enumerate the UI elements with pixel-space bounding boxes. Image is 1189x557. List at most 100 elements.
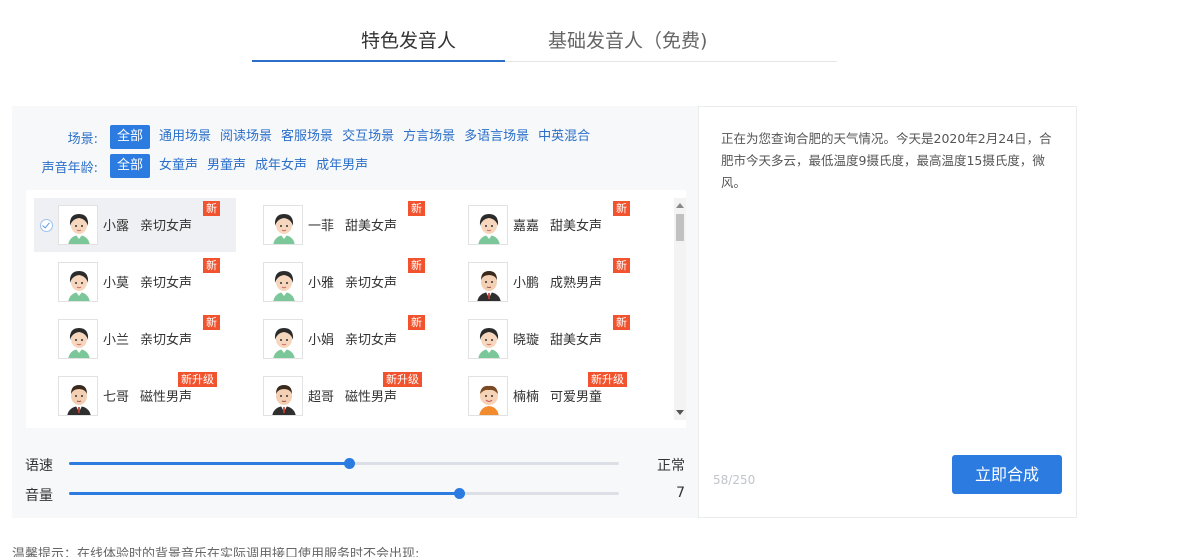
speed-slider[interactable] <box>69 458 619 469</box>
voice-card[interactable]: 嘉嘉 甜美女声新 <box>444 198 646 252</box>
voice-card[interactable]: 一菲 甜美女声新 <box>239 198 441 252</box>
voice-age-option[interactable]: 成年女声 <box>251 154 311 178</box>
male-avatar-icon <box>58 376 98 416</box>
speed-value: 正常 <box>657 458 685 474</box>
voice-style: 成熟男声 <box>550 276 603 291</box>
voice-age-option[interactable]: 女童声 <box>155 154 202 178</box>
voice-card[interactable]: 小兰 亲切女声新 <box>34 312 236 366</box>
scroll-down-arrow-icon[interactable] <box>676 410 684 415</box>
voice-card[interactable]: 小莫 亲切女声新 <box>34 255 236 309</box>
voice-style: 甜美女声 <box>550 219 603 234</box>
char-count: 58/250 <box>713 473 756 487</box>
voice-name: 嘉嘉 <box>513 219 540 234</box>
scene-option[interactable]: 全部 <box>110 125 151 149</box>
voice-card[interactable]: 晓璇 甜美女声新 <box>444 312 646 366</box>
female-avatar-icon <box>468 205 508 245</box>
voice-style: 可爱男童 <box>550 390 603 405</box>
voice-badge: 新升级 <box>178 372 217 387</box>
volume-slider-handle[interactable] <box>453 488 465 499</box>
voice-style: 亲切女声 <box>140 219 193 234</box>
voice-badge: 新 <box>408 201 425 216</box>
speed-slider-handle[interactable] <box>343 458 355 469</box>
voice-style: 磁性男声 <box>345 390 398 405</box>
voice-style: 甜美女声 <box>550 333 603 348</box>
female-avatar-icon <box>263 205 303 245</box>
child-avatar-icon <box>468 376 508 416</box>
voice-badge: 新 <box>203 315 220 330</box>
text-input-panel: 正在为您查询合肥的天气情况。今天是2020年2月24日，合肥市今天多云，最低温度… <box>698 106 1077 518</box>
voice-style: 亲切女声 <box>140 333 193 348</box>
usage-tip: 温馨提示：在线体验时的背景音乐在实际调用接口使用服务时不会出现; <box>12 547 420 557</box>
voice-age-option[interactable]: 成年男声 <box>312 154 372 178</box>
speed-control: 语速 正常 <box>12 454 698 474</box>
scene-option[interactable]: 方言场景 <box>399 125 459 149</box>
voice-name: 超哥 <box>308 390 335 405</box>
voice-age-filter: 声音年龄: 全部 女童声 男童声 成年女声 成年男声 <box>12 154 373 178</box>
voice-style: 磁性男声 <box>140 390 193 405</box>
female-avatar-icon <box>58 205 98 245</box>
voice-age-filter-label: 声音年龄: <box>41 160 98 176</box>
volume-slider[interactable] <box>69 488 619 499</box>
scene-option[interactable]: 交互场景 <box>338 125 398 149</box>
voice-badge: 新 <box>613 201 630 216</box>
scroll-thumb[interactable] <box>676 214 684 241</box>
scene-option[interactable]: 多语言场景 <box>460 125 533 149</box>
female-avatar-icon <box>468 319 508 359</box>
voice-card[interactable]: 小露 亲切女声新 <box>34 198 236 252</box>
synthesize-button[interactable]: 立即合成 <box>952 455 1062 494</box>
voice-name: 楠楠 <box>513 390 540 405</box>
voice-name: 小莫 <box>103 276 130 291</box>
voice-name: 小娟 <box>308 333 335 348</box>
scene-option[interactable]: 中英混合 <box>534 125 594 149</box>
voice-selection-panel: 场景: 全部 通用场景 阅读场景 客服场景 交互场景 方言场景 多语言场景 中英… <box>12 106 698 518</box>
female-avatar-icon <box>58 319 98 359</box>
voice-style: 亲切女声 <box>140 276 193 291</box>
voice-style: 甜美女声 <box>345 219 398 234</box>
speed-label: 语速 <box>25 458 53 474</box>
scene-option[interactable]: 客服场景 <box>277 125 337 149</box>
voice-list[interactable]: 小露 亲切女声新一菲 甜美女声新嘉嘉 甜美女声新小莫 亲切女声新小雅 亲切女声新小鹏 成熟男… <box>26 190 686 428</box>
voice-style: 亲切女声 <box>345 333 398 348</box>
female-avatar-icon <box>263 262 303 302</box>
tab-basic-voices[interactable]: 基础发音人（免费) <box>548 26 707 53</box>
scroll-up-arrow-icon[interactable] <box>676 203 684 208</box>
selected-check-icon <box>40 219 53 232</box>
voice-age-option[interactable]: 男童声 <box>203 154 250 178</box>
voice-name: 一菲 <box>308 219 335 234</box>
voice-name: 小鹏 <box>513 276 540 291</box>
volume-label: 音量 <box>25 488 53 504</box>
voice-name: 小兰 <box>103 333 130 348</box>
scene-filter-label: 场景: <box>67 131 98 147</box>
volume-slider-fill <box>69 492 459 495</box>
voice-list-scrollbar[interactable] <box>674 198 686 420</box>
voice-card[interactable]: 小雅 亲切女声新 <box>239 255 441 309</box>
voice-badge: 新 <box>203 201 220 216</box>
voice-style: 亲切女声 <box>345 276 398 291</box>
male-avatar-icon <box>263 376 303 416</box>
scene-option[interactable]: 通用场景 <box>155 125 215 149</box>
scene-filter: 场景: 全部 通用场景 阅读场景 客服场景 交互场景 方言场景 多语言场景 中英… <box>12 125 595 149</box>
female-avatar-icon <box>263 319 303 359</box>
voice-badge: 新 <box>408 315 425 330</box>
voice-badge: 新 <box>613 258 630 273</box>
voice-name: 小雅 <box>308 276 335 291</box>
tab-featured-voices[interactable]: 特色发音人 <box>361 26 456 53</box>
voice-name: 小露 <box>103 219 130 234</box>
scene-option[interactable]: 阅读场景 <box>216 125 276 149</box>
speed-slider-fill <box>69 462 349 465</box>
voice-card[interactable]: 楠楠 可爱男童 新升级 <box>444 369 646 423</box>
volume-control: 音量 7 <box>12 484 698 504</box>
active-tab-indicator <box>252 60 505 62</box>
voice-card[interactable]: 小鹏 成熟男声新 <box>444 255 646 309</box>
voice-type-tabs: 特色发音人 基础发音人（免费) <box>252 20 837 62</box>
voice-badge: 新 <box>408 258 425 273</box>
female-avatar-icon <box>58 262 98 302</box>
voice-badge: 新 <box>203 258 220 273</box>
synthesis-text-input[interactable]: 正在为您查询合肥的天气情况。今天是2020年2月24日，合肥市今天多云，最低温度… <box>721 128 1061 194</box>
voice-name: 晓璇 <box>513 333 540 348</box>
voice-card[interactable]: 小娟 亲切女声新 <box>239 312 441 366</box>
voice-card[interactable]: 七哥 磁性男声 新升级 <box>34 369 236 423</box>
voice-card[interactable]: 超哥 磁性男声 新升级 <box>239 369 441 423</box>
voice-age-option[interactable]: 全部 <box>110 154 151 178</box>
voice-badge: 新升级 <box>588 372 627 387</box>
